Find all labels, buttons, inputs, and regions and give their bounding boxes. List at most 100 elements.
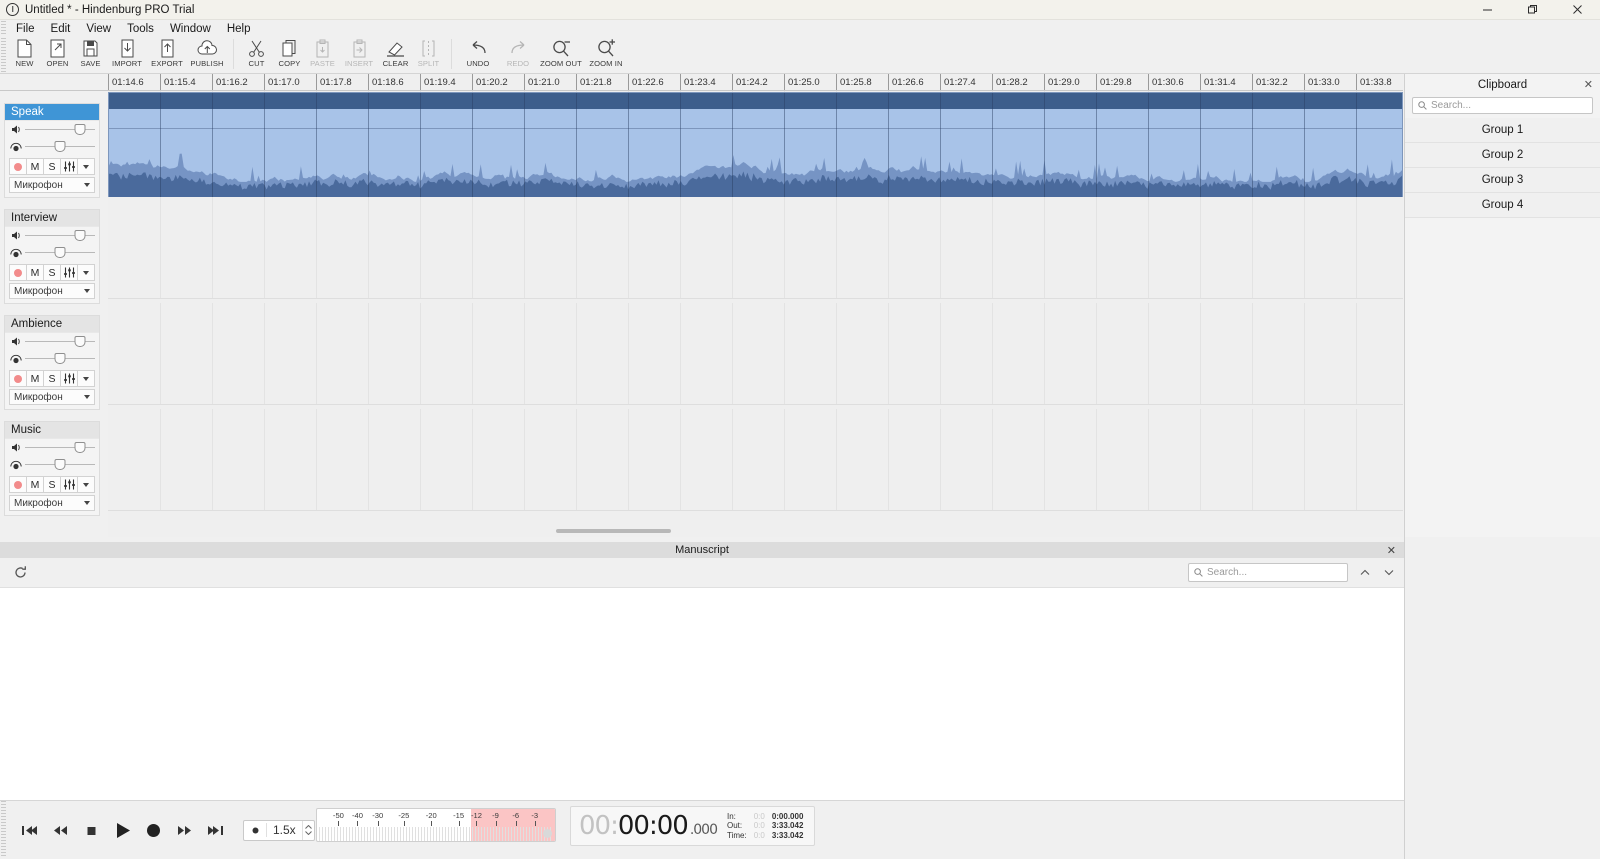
track-solo-button[interactable]: S <box>43 158 60 175</box>
clip-header-bar[interactable] <box>109 93 1402 109</box>
track-options-button[interactable] <box>77 158 95 175</box>
toolbar-cut-button[interactable]: CUT <box>240 37 273 73</box>
clipboard-close-icon[interactable]: ✕ <box>1584 78 1593 91</box>
go-to-end-button[interactable] <box>200 815 231 845</box>
track-name[interactable]: Interview <box>5 210 99 227</box>
toolbar-zoom-in-button[interactable]: ZOOM IN <box>584 37 628 73</box>
manuscript-prev-button[interactable] <box>1355 563 1374 582</box>
track-volume-slider[interactable] <box>5 121 99 138</box>
go-to-start-button[interactable] <box>14 815 45 845</box>
clipboard-group-4[interactable]: Group 4 <box>1405 193 1600 218</box>
pan-slider-track[interactable] <box>25 459 95 470</box>
track-fx-button[interactable] <box>60 370 77 387</box>
play-button[interactable] <box>107 815 138 845</box>
pan-slider-knob[interactable] <box>54 141 66 152</box>
rewind-button[interactable] <box>45 815 76 845</box>
track-mute-button[interactable]: M <box>26 264 43 281</box>
track-pan-slider[interactable] <box>5 138 99 155</box>
timeline-tracks-area[interactable] <box>108 91 1403 537</box>
track-header[interactable]: Ambience M S Микрофон <box>4 315 100 410</box>
toolbar-copy-button[interactable]: COPY <box>273 37 306 73</box>
track-solo-button[interactable]: S <box>43 476 60 493</box>
audio-clip[interactable] <box>108 92 1403 204</box>
track-header[interactable]: Speak M S Микрофон <box>4 103 100 198</box>
track-input-select[interactable]: Микрофон <box>9 495 95 511</box>
toolbar-split-button[interactable]: SPLIT <box>412 37 445 73</box>
track-record-arm-button[interactable] <box>9 370 26 387</box>
track-name[interactable]: Speak <box>5 104 99 121</box>
track-options-button[interactable] <box>77 264 95 281</box>
clipboard-group-1[interactable]: Group 1 <box>1405 118 1600 143</box>
track-input-select[interactable]: Микрофон <box>9 177 95 193</box>
manuscript-text-area[interactable] <box>0 588 1404 800</box>
track-header[interactable]: Music M S Микрофон <box>4 421 100 516</box>
toolbar-zoom-out-button[interactable]: ZOOM OUT <box>538 37 584 73</box>
manuscript-refresh-button[interactable] <box>0 565 40 580</box>
clip-gain-band[interactable] <box>109 109 1402 129</box>
track-volume-slider[interactable] <box>5 439 99 456</box>
manuscript-search-input[interactable]: Search... <box>1188 563 1348 582</box>
volume-slider-track[interactable] <box>25 230 95 241</box>
toolbar-import-button[interactable]: IMPORT <box>107 37 147 73</box>
timeline-track[interactable] <box>108 409 1403 511</box>
volume-slider-knob[interactable] <box>74 124 86 135</box>
track-solo-button[interactable]: S <box>43 264 60 281</box>
track-fx-button[interactable] <box>60 476 77 493</box>
toolbar-new-button[interactable]: NEW <box>8 37 41 73</box>
pan-slider-track[interactable] <box>25 141 95 152</box>
playback-speed-control[interactable]: 1.5x <box>243 819 315 841</box>
timeline-ruler[interactable]: 01:14.6 01:15.4 01:16.2 01:17.0 01:17.8 01:18… <box>108 74 1403 91</box>
track-volume-slider[interactable] <box>5 333 99 350</box>
clipboard-group-2[interactable]: Group 2 <box>1405 143 1600 168</box>
clipboard-search-input[interactable]: Search... <box>1412 97 1593 114</box>
track-mute-button[interactable]: M <box>26 158 43 175</box>
menu-edit[interactable]: Edit <box>43 21 79 37</box>
track-pan-slider[interactable] <box>5 456 99 473</box>
volume-slider-track[interactable] <box>25 124 95 135</box>
volume-slider-track[interactable] <box>25 336 95 347</box>
pan-slider-knob[interactable] <box>54 247 66 258</box>
track-pan-slider[interactable] <box>5 244 99 261</box>
time-display[interactable]: 00 : 00 : 00 .000 In: 0:0 0:00.000 Out: 0:0 3… <box>570 806 815 846</box>
toolbar-insert-button[interactable]: INSERT <box>339 37 379 73</box>
toolbar-open-button[interactable]: OPEN <box>41 37 74 73</box>
toolbar-export-button[interactable]: EXPORT <box>147 37 187 73</box>
track-record-arm-button[interactable] <box>9 158 26 175</box>
timeline-track[interactable] <box>108 91 1403 204</box>
track-volume-slider[interactable] <box>5 227 99 244</box>
pan-slider-track[interactable] <box>25 353 95 364</box>
toolbar-clear-button[interactable]: CLEAR <box>379 37 412 73</box>
pan-slider-knob[interactable] <box>54 353 66 364</box>
timecode-row-value[interactable]: 0:00.000 <box>772 812 804 822</box>
toolbar-undo-button[interactable]: UNDO <box>458 37 498 73</box>
record-button[interactable] <box>138 815 169 845</box>
track-header[interactable]: Interview M S Микрофон <box>4 209 100 304</box>
volume-slider-knob[interactable] <box>74 442 86 453</box>
track-solo-button[interactable]: S <box>43 370 60 387</box>
track-name[interactable]: Music <box>5 422 99 439</box>
close-button[interactable] <box>1555 0 1600 20</box>
track-fx-button[interactable] <box>60 264 77 281</box>
restore-button[interactable] <box>1510 0 1555 20</box>
speed-stepper[interactable] <box>301 820 314 840</box>
minimize-button[interactable] <box>1465 0 1510 20</box>
track-options-button[interactable] <box>77 476 95 493</box>
track-record-arm-button[interactable] <box>9 264 26 281</box>
fast-forward-button[interactable] <box>169 815 200 845</box>
timecode-row-value[interactable]: 3:33.042 <box>772 831 804 841</box>
timeline-hscrollbar[interactable] <box>108 527 1403 537</box>
menu-tools[interactable]: Tools <box>119 21 162 37</box>
track-options-button[interactable] <box>77 370 95 387</box>
toolbar-save-button[interactable]: SAVE <box>74 37 107 73</box>
manuscript-close-icon[interactable]: ✕ <box>1387 544 1396 557</box>
track-input-select[interactable]: Микрофон <box>9 283 95 299</box>
clipboard-group-3[interactable]: Group 3 <box>1405 168 1600 193</box>
menu-help[interactable]: Help <box>219 21 259 37</box>
timeline-track[interactable] <box>108 303 1403 405</box>
volume-slider-knob[interactable] <box>74 336 86 347</box>
pan-slider-track[interactable] <box>25 247 95 258</box>
manuscript-next-button[interactable] <box>1379 563 1398 582</box>
stop-button[interactable] <box>76 815 107 845</box>
track-fx-button[interactable] <box>60 158 77 175</box>
toolbar-paste-button[interactable]: PASTE <box>306 37 339 73</box>
